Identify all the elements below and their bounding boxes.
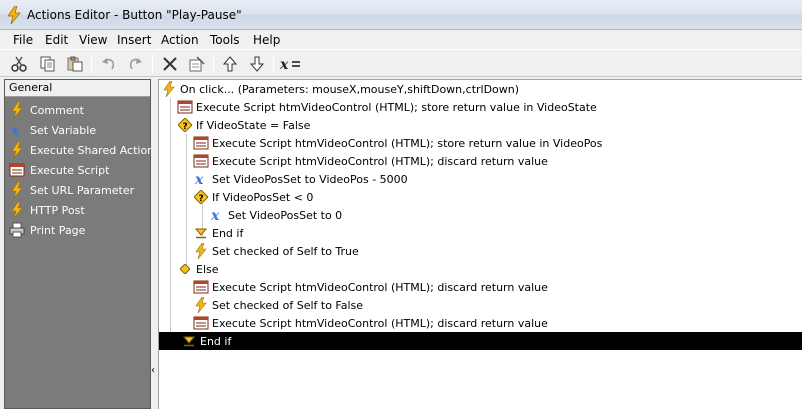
script-row-end-if-selected[interactable]: End if	[159, 332, 802, 350]
variable-assign-icon: x	[280, 57, 300, 72]
title-bar: Actions Editor - Button "Play-Pause"	[0, 0, 802, 30]
script-icon	[193, 136, 209, 150]
menu-file[interactable]: File	[13, 33, 33, 47]
move-up-button[interactable]	[219, 53, 241, 74]
redo-button[interactable]	[124, 53, 146, 74]
script-row[interactable]: Set checked of Self to False	[193, 296, 363, 314]
arrow-up-icon	[222, 55, 238, 71]
lightning-icon	[11, 182, 23, 198]
menu-help[interactable]: Help	[253, 33, 280, 47]
sidebar-item-comment[interactable]: Comment	[9, 101, 84, 119]
lightning-icon	[195, 243, 207, 259]
properties-button[interactable]	[186, 53, 208, 74]
sidebar-header[interactable]: General	[5, 80, 150, 97]
set-variable-button[interactable]: x	[279, 53, 305, 74]
delete-x-icon	[163, 56, 177, 71]
sidebar-item-set-variable[interactable]: x Set Variable	[9, 121, 96, 139]
lightning-icon	[11, 102, 23, 118]
svg-text:?: ?	[183, 122, 188, 132]
script-row[interactable]: x Set VideoPosSet to 0	[209, 206, 342, 224]
script-row[interactable]: Execute Script htmVideoControl (HTML); s…	[177, 98, 597, 116]
actions-sidebar: General Comment x Set Variable Execute S…	[4, 79, 160, 409]
lightning-icon	[11, 142, 23, 158]
variable-x-icon: x	[194, 172, 204, 187]
svg-text:x: x	[210, 208, 220, 223]
script-icon	[9, 163, 25, 177]
menu-insert[interactable]: Insert	[117, 33, 151, 47]
script-icon	[177, 100, 193, 114]
arrow-down-icon	[249, 56, 265, 72]
script-icon	[193, 280, 209, 294]
menu-edit[interactable]: Edit	[45, 33, 68, 47]
variable-x-icon: x	[10, 123, 20, 138]
script-row-else[interactable]: Else	[177, 260, 219, 278]
sidebar-item-execute-script[interactable]: Execute Script	[9, 161, 109, 179]
lightning-icon	[163, 81, 175, 97]
if-diamond-icon: ?	[194, 190, 208, 204]
delete-button[interactable]	[159, 53, 181, 74]
variable-x-icon: x	[210, 208, 220, 223]
window-title: Actions Editor - Button "Play-Pause"	[27, 8, 242, 22]
copy-button[interactable]	[37, 53, 59, 74]
printer-icon	[9, 222, 25, 238]
script-tree: On click... (Parameters: mouseX,mouseY,s…	[158, 79, 802, 409]
end-if-icon	[195, 228, 207, 239]
collapse-arrow-icon[interactable]: ‹	[151, 365, 155, 376]
script-row[interactable]: Execute Script htmVideoControl (HTML); s…	[193, 134, 602, 152]
end-if-icon	[183, 336, 195, 347]
script-icon	[193, 316, 209, 330]
menu-tools[interactable]: Tools	[210, 33, 240, 47]
script-row[interactable]: Execute Script htmVideoControl (HTML); d…	[193, 152, 548, 170]
paste-icon	[67, 56, 83, 71]
redo-icon	[129, 57, 142, 69]
menu-bar: File Edit View Insert Action Tools Help	[0, 31, 802, 49]
lightning-app-icon	[7, 6, 21, 24]
menu-view[interactable]: View	[79, 33, 107, 47]
undo-icon	[102, 57, 115, 69]
move-down-button[interactable]	[246, 53, 268, 74]
svg-text:x: x	[10, 123, 20, 138]
svg-text:x: x	[194, 172, 204, 187]
toolbar: x	[0, 49, 802, 77]
sidebar-item-execute-shared-actions[interactable]: Execute Shared Actions	[9, 141, 160, 159]
panel-splitter[interactable]: ‹	[151, 79, 158, 409]
else-diamond-icon	[180, 264, 190, 274]
sidebar-item-set-url-parameter[interactable]: Set URL Parameter	[9, 181, 134, 199]
properties-icon	[189, 55, 205, 71]
svg-text:?: ?	[199, 194, 204, 204]
scissors-icon	[11, 56, 27, 72]
script-icon	[193, 154, 209, 168]
script-row-if[interactable]: ? If VideoState = False	[177, 116, 310, 134]
script-row[interactable]: Set checked of Self to True	[193, 242, 359, 260]
undo-button[interactable]	[98, 53, 120, 74]
sidebar-item-http-post[interactable]: HTTP Post	[9, 201, 85, 219]
lightning-icon	[195, 297, 207, 313]
cut-button[interactable]	[8, 53, 30, 74]
script-row-if[interactable]: ? If VideoPosSet < 0	[193, 188, 313, 206]
script-row[interactable]: Execute Script htmVideoControl (HTML); d…	[193, 278, 548, 296]
paste-button[interactable]	[64, 53, 86, 74]
script-row-end-if[interactable]: End if	[193, 224, 243, 242]
sidebar-item-print-page[interactable]: Print Page	[9, 221, 85, 239]
menu-action[interactable]: Action	[161, 33, 199, 47]
svg-text:x: x	[280, 57, 289, 72]
copy-icon	[40, 56, 55, 71]
if-diamond-icon: ?	[178, 118, 192, 132]
script-row[interactable]: Execute Script htmVideoControl (HTML); d…	[193, 314, 548, 332]
script-row-on-click[interactable]: On click... (Parameters: mouseX,mouseY,s…	[161, 80, 519, 98]
lightning-icon	[11, 202, 23, 218]
script-row[interactable]: x Set VideoPosSet to VideoPos - 5000	[193, 170, 408, 188]
